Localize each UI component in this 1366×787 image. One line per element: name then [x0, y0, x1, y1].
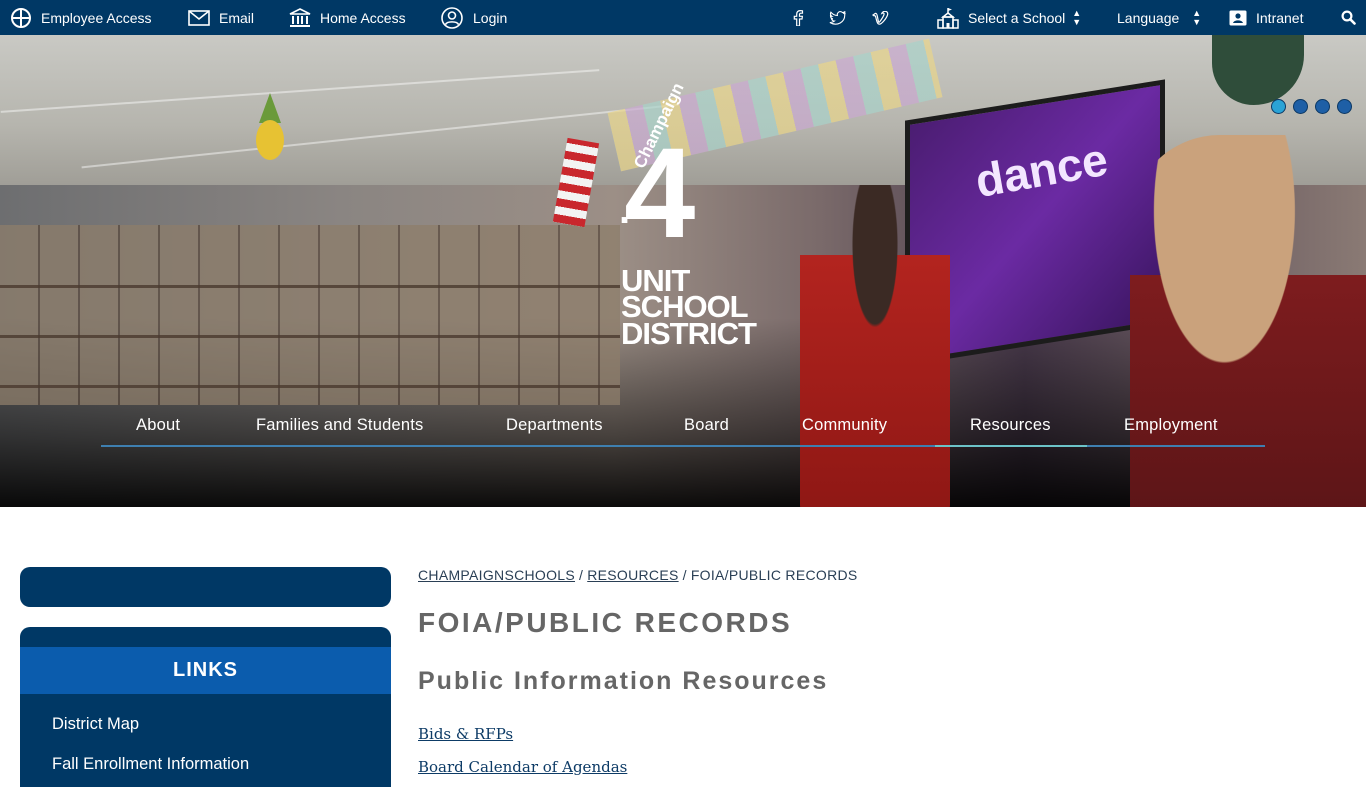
nav-families-and-students[interactable]: Families and Students	[256, 404, 423, 446]
school-building-icon	[937, 7, 959, 29]
carousel-dot-1[interactable]	[1271, 99, 1286, 114]
language-dropdown[interactable]: Language ▲ ▼	[1117, 0, 1201, 35]
nav-resources[interactable]: Resources	[970, 404, 1051, 446]
facebook-link[interactable]	[792, 0, 804, 35]
intranet-label: Intranet	[1256, 9, 1304, 26]
email-link[interactable]: Email	[188, 0, 254, 35]
twitter-icon	[829, 10, 846, 25]
teacher-figure	[800, 185, 950, 507]
login-link[interactable]: Login	[440, 0, 507, 35]
search-icon	[1341, 10, 1356, 25]
district-logo[interactable]: .4 Champaign UNIT SCHOOL DISTRICT	[615, 80, 757, 349]
id-badge-icon	[1229, 10, 1247, 26]
pineapple-decoration	[256, 120, 284, 160]
section-heading: Public Information Resources	[418, 667, 829, 695]
sort-caret-icon: ▲ ▼	[1072, 7, 1082, 27]
breadcrumb-current: FOIA/PUBLIC RECORDS	[690, 567, 858, 583]
nav-departments[interactable]: Departments	[506, 404, 603, 446]
breadcrumb-separator: /	[579, 567, 584, 583]
top-utility-bar: Employee Access Email Home Access Login	[0, 0, 1366, 35]
globe-plus-icon	[10, 7, 32, 29]
page-title: FOIA/PUBLIC RECORDS	[418, 607, 793, 638]
hero-banner: dance .4 Champaign UNIT SCHOOL DISTRICT …	[0, 35, 1366, 507]
home-access-link[interactable]: Home Access	[289, 0, 406, 35]
employee-access-link[interactable]: Employee Access	[10, 0, 152, 35]
sidebar-heading: LINKS	[20, 647, 391, 694]
language-label: Language	[1117, 9, 1180, 26]
sort-caret-icon: ▲ ▼	[1192, 7, 1202, 27]
breadcrumb-home[interactable]: CHAMPAIGNSCHOOLS	[418, 567, 575, 583]
breadcrumb-separator: /	[682, 567, 687, 583]
vimeo-icon	[872, 10, 889, 25]
envelope-icon	[188, 9, 210, 26]
breadcrumb: CHAMPAIGNSCHOOLS / RESOURCES / FOIA/PUBLIC R…	[418, 567, 858, 583]
nav-employment[interactable]: Employment	[1124, 404, 1218, 446]
user-circle-icon	[440, 6, 464, 30]
bids-rfps-link[interactable]: Bids & RFPs	[418, 725, 513, 743]
building-columns-icon	[289, 7, 311, 28]
adult-figure	[1130, 135, 1366, 507]
home-access-label: Home Access	[320, 9, 406, 26]
vimeo-link[interactable]	[872, 0, 889, 35]
board-calendar-link[interactable]: Board Calendar of Agendas	[418, 758, 627, 776]
intranet-link[interactable]: Intranet	[1229, 0, 1303, 35]
sidebar-links-panel: LINKS District Map Fall Enrollment Infor…	[20, 627, 391, 787]
twitter-link[interactable]	[829, 0, 846, 35]
sidebar-toggle-bar[interactable]	[20, 567, 391, 607]
carousel-dot-4[interactable]	[1337, 99, 1352, 114]
sidebar-link-district-map[interactable]: District Map	[52, 715, 139, 734]
logo-line-district: DISTRICT	[621, 316, 757, 351]
email-label: Email	[219, 9, 255, 26]
login-label: Login	[473, 9, 508, 26]
facebook-icon	[792, 9, 804, 26]
nav-board[interactable]: Board	[684, 404, 729, 446]
nav-community[interactable]: Community	[802, 404, 887, 446]
sidebar-link-fall-enrollment[interactable]: Fall Enrollment Information	[52, 755, 249, 774]
employee-access-label: Employee Access	[41, 9, 152, 26]
nav-about[interactable]: About	[136, 404, 180, 446]
carousel-dots	[1271, 99, 1352, 114]
classroom-cubbies	[0, 225, 620, 405]
select-school-dropdown[interactable]: Select a School ▲ ▼	[937, 0, 1081, 35]
select-school-label: Select a School	[968, 9, 1066, 26]
carousel-dot-3[interactable]	[1315, 99, 1330, 114]
search-button[interactable]	[1341, 0, 1356, 35]
carousel-dot-2[interactable]	[1293, 99, 1308, 114]
breadcrumb-resources[interactable]: RESOURCES	[587, 567, 678, 583]
